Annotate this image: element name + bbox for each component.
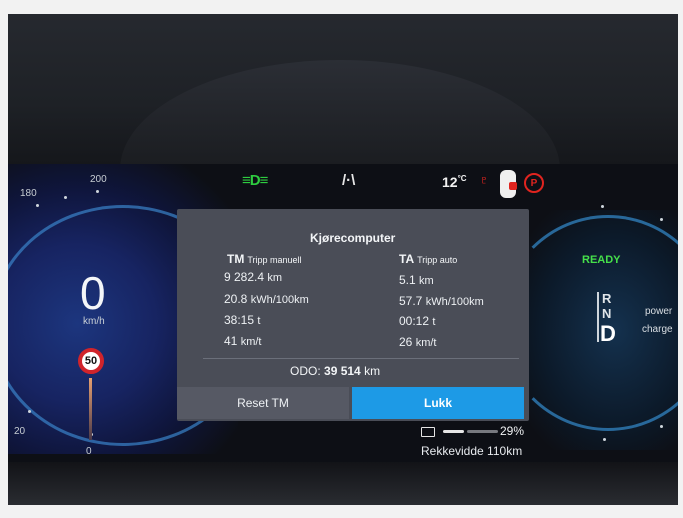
speed-limit-sign: 50 xyxy=(78,348,104,374)
trip-auto-consumption-value: 57.7 xyxy=(399,294,423,308)
distance-unit: km xyxy=(419,275,434,287)
trip-manual-heading: TM Tripp manuell xyxy=(227,252,302,266)
range-unit: km xyxy=(506,444,523,458)
trip-manual-time-value: 38:15 xyxy=(224,313,255,327)
dialog-title: Kjørecomputer xyxy=(310,231,396,245)
odometer: ODO: 39 514 km xyxy=(290,364,380,378)
trip-manual-avg-speed: 41 km/t xyxy=(224,334,261,348)
battery-level-track xyxy=(467,430,498,433)
trip-auto-avg-speed: 26 km/t xyxy=(399,335,436,349)
battery-percent: 29% xyxy=(500,424,525,438)
power-label: power xyxy=(645,306,673,317)
gauge-tick xyxy=(96,190,99,193)
range-label: Rekkevidde xyxy=(421,444,484,458)
trip-manual-code: TM xyxy=(227,252,245,266)
seatbelt-warning-icon: ♇ xyxy=(478,172,490,189)
gear-d: D xyxy=(600,321,616,346)
trip-manual-distance: 9 282.4 km xyxy=(224,270,282,284)
odometer-value: 39 514 xyxy=(324,364,361,378)
parking-brake-icon: P xyxy=(524,173,544,193)
consumption-unit: kWh/100km xyxy=(250,294,309,306)
trip-manual-consumption: 20.8 kWh/100km xyxy=(224,292,309,306)
gauge-tick xyxy=(603,438,606,441)
gauge-tick xyxy=(660,218,663,221)
trip-manual-label: Tripp manuell xyxy=(247,255,302,265)
gauge-tick xyxy=(28,410,31,413)
gauge-label-20: 20 xyxy=(14,426,26,437)
avg-speed-unit: km/t xyxy=(240,336,262,348)
gauge-tick xyxy=(36,204,39,207)
reset-tm-button[interactable]: Reset TM xyxy=(177,387,349,419)
range-display: Rekkevidde 110km xyxy=(421,444,522,458)
outside-temperature: 12°C xyxy=(442,174,467,190)
gear-r: R xyxy=(602,291,612,306)
battery-icon xyxy=(421,427,435,437)
time-unit: t xyxy=(432,316,436,328)
trip-auto-label: Tripp auto xyxy=(417,255,458,265)
photo-border-left xyxy=(0,0,8,518)
odometer-unit: km xyxy=(364,364,381,378)
gauge-tick xyxy=(601,205,604,208)
speed-limit-stem xyxy=(89,378,92,440)
photo-border-right xyxy=(678,0,683,518)
battery-level-fill xyxy=(443,430,464,433)
trip-auto-distance: 5.1 km xyxy=(399,273,434,287)
close-button[interactable]: Lukk xyxy=(352,387,524,419)
open-door-indicator xyxy=(509,182,517,190)
gauge-label-200: 200 xyxy=(90,174,107,185)
photo-border-top xyxy=(0,0,683,14)
gauge-tick xyxy=(660,425,663,428)
charge-label: charge xyxy=(642,324,673,335)
odometer-label: ODO: xyxy=(290,364,321,378)
speed-unit: km/h xyxy=(83,316,105,327)
speed-limit-value: 50 xyxy=(84,355,98,367)
gear-selector-bar xyxy=(597,292,599,342)
trip-manual-avg-speed-value: 41 xyxy=(224,334,238,348)
temperature-unit: °C xyxy=(457,174,467,183)
bottom-bezel xyxy=(8,462,678,505)
distance-unit: km xyxy=(267,272,283,284)
road-icon: /·\ xyxy=(342,172,356,189)
photo-border-bottom xyxy=(0,505,683,518)
trip-auto-code: TA xyxy=(399,252,415,266)
trip-auto-distance-value: 5.1 xyxy=(399,273,416,287)
headlight-icon: ≡D≡ xyxy=(242,172,268,189)
consumption-unit: kWh/100km xyxy=(425,296,484,308)
trip-auto-time-value: 00:12 xyxy=(399,314,430,328)
temperature-value: 12 xyxy=(442,174,458,190)
trip-manual-distance-value: 9 282.4 xyxy=(224,270,265,284)
trip-manual-consumption-value: 20.8 xyxy=(224,292,248,306)
range-value: 110 xyxy=(487,444,507,458)
trip-manual-time: 38:15 t xyxy=(224,313,260,327)
dialog-divider xyxy=(203,358,519,359)
trip-auto-consumption: 57.7 kWh/100km xyxy=(399,294,484,308)
speed-value: 0 xyxy=(80,267,106,319)
trip-auto-heading: TA Tripp auto xyxy=(399,252,457,266)
trip-auto-time: 00:12 t xyxy=(399,314,435,328)
trip-auto-avg-speed-value: 26 xyxy=(399,335,413,349)
time-unit: t xyxy=(257,315,261,327)
gear-n: N xyxy=(602,306,612,321)
ready-indicator: READY xyxy=(582,254,621,266)
gauge-label-180: 180 xyxy=(20,188,37,199)
gauge-label-0: 0 xyxy=(86,446,92,457)
gauge-tick xyxy=(64,196,67,199)
avg-speed-unit: km/t xyxy=(415,337,437,349)
